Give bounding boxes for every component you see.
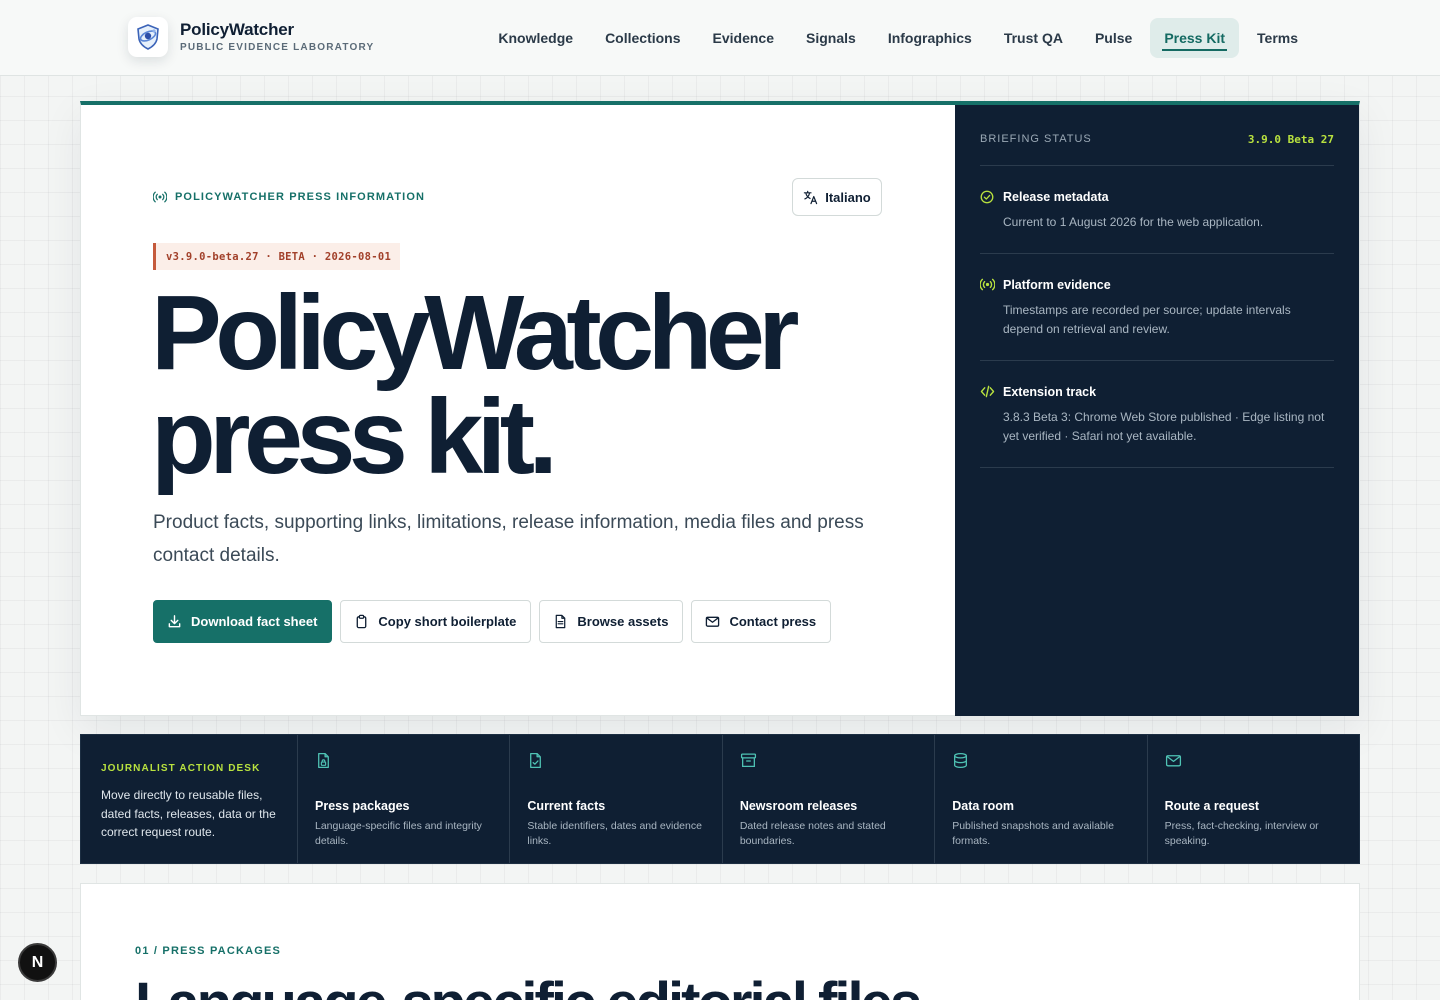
desk-card-title: Press packages: [315, 799, 410, 813]
dev-tools-button[interactable]: N: [18, 943, 57, 982]
language-switch-button[interactable]: Italiano: [792, 178, 882, 216]
nav-item-signals[interactable]: Signals: [792, 18, 870, 58]
nav-item-pulse[interactable]: Pulse: [1081, 18, 1146, 58]
main-nav: Knowledge Collections Evidence Signals I…: [484, 18, 1312, 58]
download-fact-sheet-button[interactable]: Download fact sheet: [153, 600, 333, 643]
desk-card-text: Published snapshots and available format…: [952, 820, 1114, 847]
desk-intro: JOURNALIST ACTION DESK Move directly to …: [81, 735, 298, 863]
contact-press-label: Contact press: [729, 614, 817, 629]
copy-boilerplate-label: Copy short boilerplate: [378, 614, 517, 629]
status-item-extension-track: Extension track 3.8.3 Beta 3: Chrome Web…: [980, 361, 1334, 468]
briefing-status-header: BRIEFING STATUS 3.9.0 Beta 27: [980, 133, 1334, 166]
nav-item-infographics[interactable]: Infographics: [874, 18, 986, 58]
status-text: 3.8.3 Beta 3: Chrome Web Store published…: [1003, 410, 1325, 443]
browse-assets-button[interactable]: Browse assets: [539, 600, 684, 643]
desk-card-press-packages[interactable]: Press packages Language-specific files a…: [298, 735, 511, 863]
status-text: Current to 1 August 2026 for the web app…: [1003, 215, 1264, 229]
nav-item-press-kit[interactable]: Press Kit: [1150, 18, 1240, 58]
broadcast-icon: [153, 191, 167, 203]
brand-name: PolicyWatcher: [180, 20, 294, 39]
mail-icon: [1165, 755, 1181, 767]
status-title: Platform evidence: [1003, 278, 1111, 292]
section-eyebrow: 01 / PRESS PACKAGES: [135, 945, 282, 957]
desk-card-text: Stable identifiers, dates and evidence l…: [527, 820, 702, 847]
nav-item-trust-qa[interactable]: Trust QA: [990, 18, 1077, 58]
status-text: Timestamps are recorded per source; upda…: [1003, 303, 1291, 336]
file-lock-icon: [318, 752, 329, 769]
browse-assets-label: Browse assets: [577, 614, 669, 629]
nav-item-evidence[interactable]: Evidence: [699, 18, 788, 58]
hero-description: Product facts, supporting links, limitat…: [153, 512, 864, 566]
status-title: Extension track: [1003, 385, 1097, 399]
file-check-icon: [530, 752, 542, 769]
desk-card-data-room[interactable]: Data room Published snapshots and availa…: [935, 735, 1148, 863]
nav-item-collections[interactable]: Collections: [591, 18, 694, 58]
desk-intro-text: Move directly to reusable files, dated f…: [101, 788, 276, 839]
translate-icon: [804, 190, 818, 204]
desk-card-text: Dated release notes and stated boundarie…: [739, 820, 886, 847]
desk-card-text: Language-specific files and integrity de…: [315, 820, 482, 847]
desk-card-title: Data room: [952, 799, 1015, 813]
archive-icon: [740, 753, 756, 767]
hero-actions: Download fact sheet Copy short boilerpla…: [153, 600, 832, 643]
press-packages-section: 01 / PRESS PACKAGES Language-specific ed…: [80, 883, 1360, 1000]
hero-eyebrow: POLICYWATCHER PRESS INFORMATION: [153, 191, 425, 203]
section-title: Language-specific editorial files: [135, 970, 922, 1000]
language-label: Italiano: [825, 189, 871, 205]
status-item-platform-evidence: Platform evidence Timestamps are recorde…: [980, 254, 1334, 361]
journalist-action-desk: JOURNALIST ACTION DESK Move directly to …: [80, 734, 1360, 864]
desk-card-newsroom-releases[interactable]: Newsroom releases Dated release notes an…: [723, 735, 936, 863]
mail-icon: [706, 616, 720, 627]
desk-card-current-facts[interactable]: Current facts Stable identifiers, dates …: [510, 735, 723, 863]
hero-section: POLICYWATCHER PRESS INFORMATION Italiano…: [80, 101, 1360, 716]
page-title-line-2: press kit.: [151, 378, 558, 496]
desk-card-title: Newsroom releases: [739, 799, 858, 813]
desk-eyebrow: JOURNALIST ACTION DESK: [101, 763, 261, 774]
code-icon: [980, 385, 995, 398]
page-title-line-1: PolicyWatcher: [151, 274, 800, 392]
download-icon: [168, 615, 181, 628]
brand-subtitle: PUBLIC EVIDENCE LABORATORY: [180, 42, 375, 53]
desk-card-title: Current facts: [527, 799, 606, 813]
desk-card-route-request[interactable]: Route a request Press, fact-checking, in…: [1148, 735, 1359, 863]
briefing-status-label: BRIEFING STATUS: [980, 133, 1092, 145]
nav-item-terms[interactable]: Terms: [1243, 18, 1312, 58]
desk-card-text: Press, fact-checking, interview or speak…: [1164, 820, 1319, 847]
version-tag: v3.9.0-beta.27 · BETA · 2026-08-01: [153, 243, 401, 270]
hero-main: POLICYWATCHER PRESS INFORMATION Italiano…: [81, 105, 955, 715]
broadcast-icon: [980, 278, 995, 291]
briefing-status-list: Release metadata Current to 1 August 202…: [980, 166, 1334, 468]
download-fact-sheet-label: Download fact sheet: [191, 614, 318, 629]
hero-eyebrow-label: POLICYWATCHER PRESS INFORMATION: [175, 191, 426, 203]
status-title: Release metadata: [1003, 190, 1109, 204]
check-circle-icon: [980, 190, 994, 204]
clipboard-icon: [357, 614, 367, 629]
database-icon: [954, 752, 968, 769]
desk-card-title: Route a request: [1164, 799, 1260, 813]
nav-item-knowledge[interactable]: Knowledge: [484, 18, 587, 58]
dev-tools-label: N: [31, 953, 44, 971]
copy-boilerplate-button[interactable]: Copy short boilerplate: [340, 600, 532, 643]
brand[interactable]: PolicyWatcher PUBLIC EVIDENCE LABORATORY: [128, 17, 374, 57]
top-navigation-bar: PolicyWatcher PUBLIC EVIDENCE LABORATORY…: [0, 0, 1440, 76]
document-icon: [556, 614, 566, 629]
status-item-release-metadata: Release metadata Current to 1 August 202…: [980, 166, 1334, 254]
policywatcher-logo-icon: [128, 17, 168, 57]
briefing-version: 3.9.0 Beta 27: [1247, 133, 1334, 146]
page-title: PolicyWatcher press kit.: [151, 274, 931, 496]
briefing-status-panel: BRIEFING STATUS 3.9.0 Beta 27 Release me…: [955, 105, 1359, 716]
contact-press-button[interactable]: Contact press: [691, 600, 832, 643]
